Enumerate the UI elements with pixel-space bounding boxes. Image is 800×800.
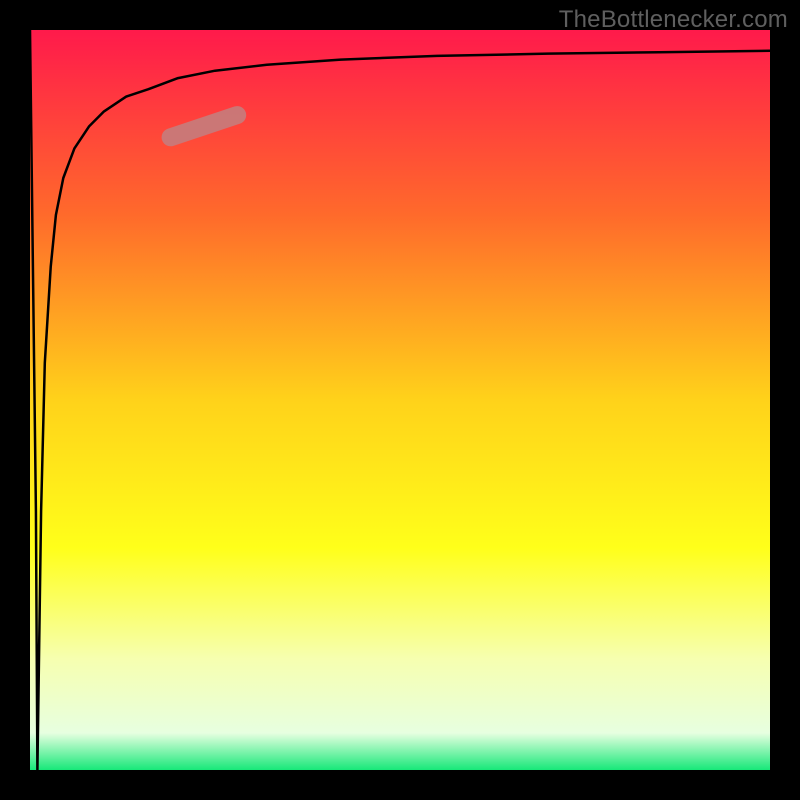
bottleneck-chart — [0, 0, 800, 800]
attribution-label: TheBottlenecker.com — [559, 6, 788, 34]
plot-background — [30, 30, 770, 770]
chart-stage: TheBottlenecker.com — [0, 0, 800, 800]
